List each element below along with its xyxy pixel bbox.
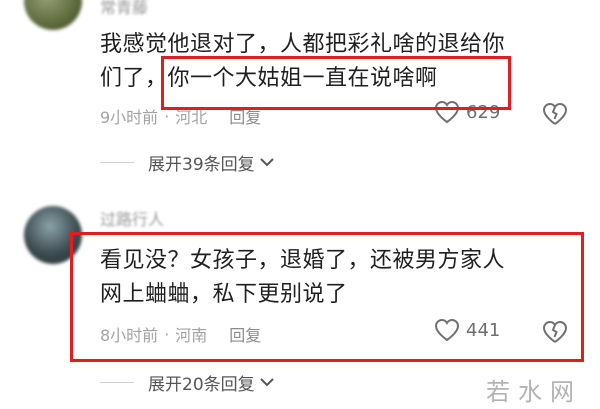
like-count: 441 (466, 319, 501, 341)
comment-meta: 8小时前 · 河南 回复 (100, 322, 261, 346)
comment-text-line: 看见没？女孩子，退婚了，还被男方家人 (100, 248, 506, 273)
location: 河南 (175, 326, 208, 345)
username[interactable]: 常青藤 (100, 0, 148, 18)
watermark: 若水网 (486, 378, 582, 406)
comment-text: 我感觉他退对了，人都把彩礼啥的退给你 们了，你一个大姑姐一直在说啥啊 (100, 28, 580, 96)
chevron-down-icon (259, 373, 275, 393)
meta-separator: · (164, 106, 170, 126)
comment-text: 看见没？女孩子，退婚了，还被男方家人 网上蛐蛐，私下更别说了 (100, 244, 580, 312)
username[interactable]: 过路行人 (100, 206, 164, 230)
reply-button[interactable]: 回复 (229, 322, 261, 346)
divider (100, 161, 134, 164)
chevron-down-icon (259, 153, 275, 173)
comment-text-line: 们了，你一个大姑姐一直在说啥啊 (100, 66, 438, 91)
broken-heart-icon[interactable] (542, 320, 568, 348)
location: 河北 (175, 108, 208, 127)
expand-replies-button[interactable]: 展开20条回复 (100, 370, 275, 395)
heart-outline-icon (434, 318, 460, 342)
expand-replies-button[interactable]: 展开39条回复 (100, 150, 275, 175)
comment-text-line: 我感觉他退对了，人都把彩礼啥的退给你 (100, 32, 506, 57)
comment-text-line: 网上蛐蛐，私下更别说了 (100, 282, 348, 307)
timestamp: 8小时前 (100, 326, 159, 345)
broken-heart-icon[interactable] (542, 102, 568, 130)
timestamp: 9小时前 (100, 108, 159, 127)
like-count: 629 (466, 101, 501, 123)
comment-meta: 9小时前 · 河北 回复 (100, 104, 261, 128)
expand-replies-label: 展开20条回复 (148, 375, 255, 395)
avatar[interactable] (24, 206, 82, 264)
expand-replies-label: 展开39条回复 (148, 155, 255, 175)
meta-separator: · (164, 324, 170, 344)
like-button[interactable]: 441 (434, 318, 500, 342)
avatar[interactable] (24, 0, 82, 30)
divider (100, 381, 134, 384)
reply-button[interactable]: 回复 (229, 104, 261, 128)
heart-outline-icon (434, 100, 460, 124)
like-button[interactable]: 629 (434, 100, 500, 124)
